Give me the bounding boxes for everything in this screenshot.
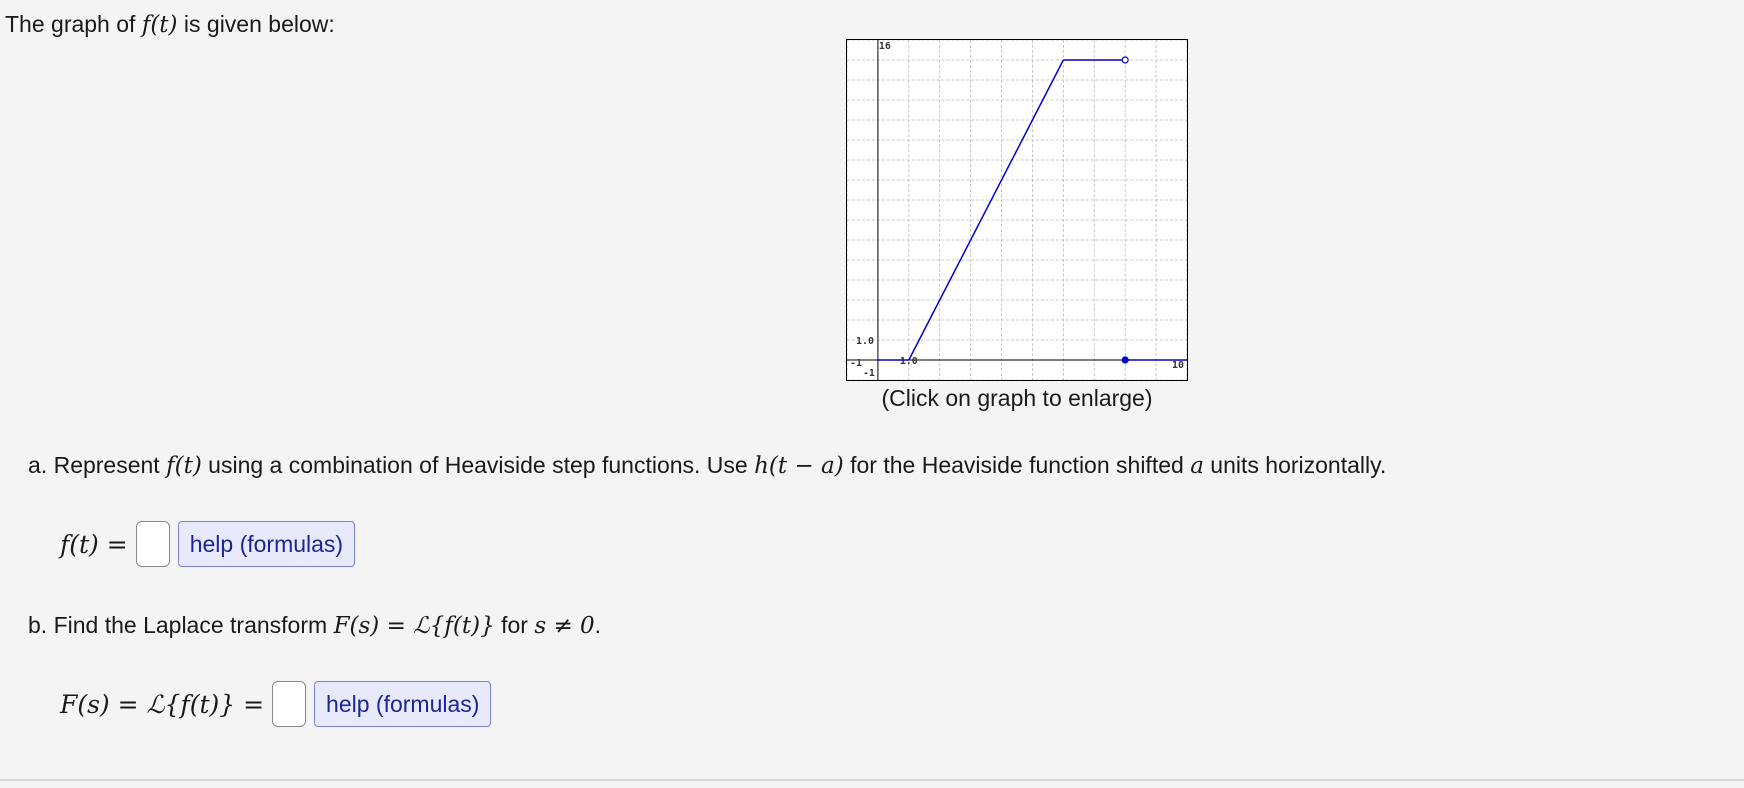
question-a-func: f(t) [166,453,202,479]
answer-b-input[interactable] [272,681,307,727]
tick-label-x-max: 10 [1172,360,1184,371]
filled-endpoint [1121,356,1129,364]
tick-label-y-min: -1 [863,368,875,379]
question-b-text2: for [494,612,535,638]
question-b: b. Find the Laplace transform F(s) = ℒ{f… [28,609,601,642]
question-a-prefix: a. [28,452,48,478]
open-endpoint [1121,56,1129,64]
answer-a-input[interactable] [135,521,170,567]
help-formulas-button-a[interactable]: help (formulas) [177,521,356,567]
answer-a-label: f(t) = [60,529,128,559]
graph-caption[interactable]: (Click on graph to enlarge) [846,385,1188,412]
question-a: a. Represent f(t) using a combination of… [28,449,1386,482]
question-a-text1: Represent [53,452,167,478]
question-b-prefix: b. [28,612,48,638]
question-a-text4: units horizontally. [1203,452,1387,478]
intro-text-before: The graph of [5,11,142,37]
intro-text: The graph of f(t) is given below: [5,8,335,41]
tick-label-y-one: 1.0 [856,336,874,347]
question-b-text3: . [594,612,602,638]
question-a-var: a [1190,453,1204,479]
question-b-transform: F(s) = ℒ{f(t)} [333,613,495,639]
tick-label-y-max: 16 [879,41,891,52]
answer-row-b: F(s) = ℒ{f(t)} = help (formulas) [60,681,492,727]
function-graph[interactable]: -1 10 1.0 -1 16 1.0 [846,39,1188,381]
tick-label-x-min: -1 [850,358,862,369]
question-b-condition: s ≠ 0 [534,613,595,639]
help-formulas-button-b[interactable]: help (formulas) [314,681,492,727]
graph-container: -1 10 1.0 -1 16 1.0 (Click on graph to enlarg… [846,39,1188,412]
answer-row-a: f(t) = help (formulas) [60,521,356,567]
bottom-divider [0,779,1744,781]
question-b-text1: Find the Laplace transform [53,612,334,638]
answer-b-label: F(s) = ℒ{f(t)} = [60,689,265,719]
intro-func: f(t) [141,12,178,38]
question-a-heaviside: h(t − a) [754,453,844,479]
series-line-1 [908,59,1065,361]
intro-text-after: is given below: [177,11,335,37]
question-a-text3: for the Heaviside function shifted [843,452,1191,478]
question-a-text2: using a combination of Heaviside step fu… [201,452,755,478]
tick-label-x-one: 1.0 [900,356,918,367]
